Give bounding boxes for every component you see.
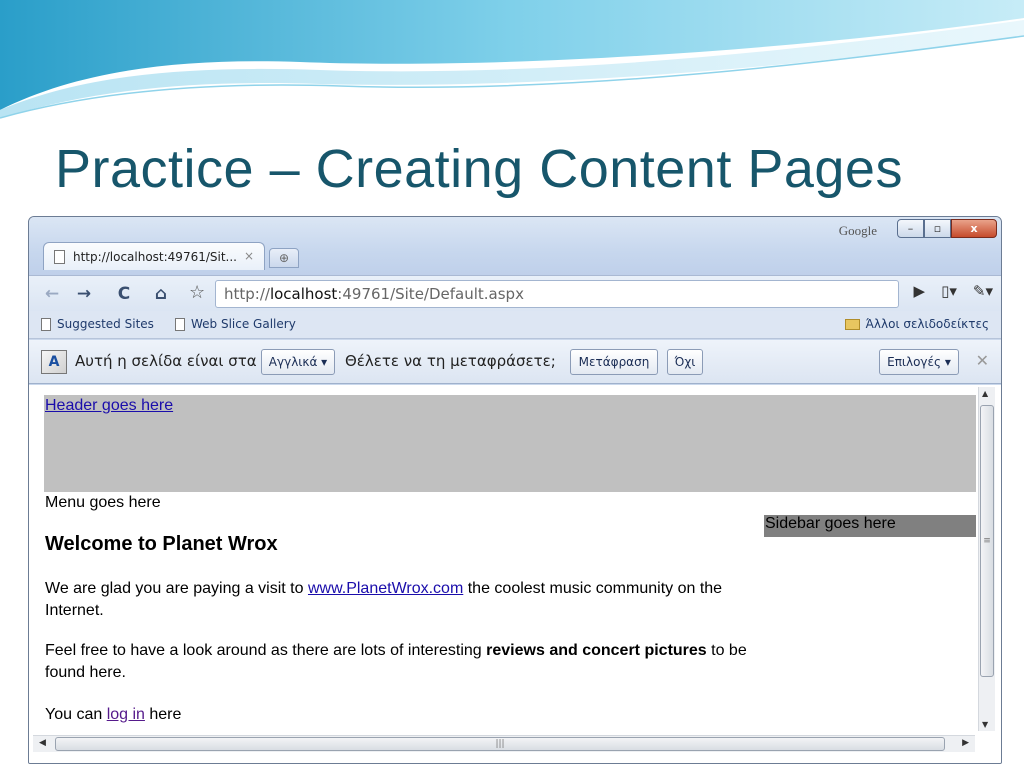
planetwrox-link[interactable]: www.PlanetWrox.com — [308, 580, 463, 597]
bookmark-star-icon[interactable]: ☆ — [189, 282, 205, 303]
browser-titlebar: Google – ▫ x http://localhost:49761/Sit.… — [29, 217, 1001, 275]
horizontal-scroll-thumb[interactable]: ||| — [55, 737, 945, 751]
slide: Practice – Creating Content Pages Google… — [0, 0, 1024, 768]
reload-button[interactable]: C — [113, 282, 135, 306]
scroll-up-icon[interactable]: ▲ — [982, 389, 988, 398]
translate-infobar: A Αυτή η σελίδα είναι στα Αγγλικά ▾ Θέλε… — [29, 340, 1001, 384]
para2-bold: reviews and concert pictures — [486, 642, 707, 659]
close-infobar-icon[interactable]: ✕ — [976, 351, 989, 370]
navigation-toolbar: ← → C ⌂ ☆ http://localhost:49761/Site/De… — [29, 275, 1001, 311]
login-link[interactable]: log in — [107, 706, 145, 723]
url-scheme: http:// — [224, 285, 270, 303]
wrench-icon[interactable]: ✎▾ — [973, 282, 993, 300]
close-tab-icon[interactable]: × — [244, 249, 254, 263]
welcome-paragraph: We are glad you are paying a visit to ww… — [45, 578, 757, 622]
toolbar-right-buttons: ▶ ▯▾ ✎▾ — [914, 282, 993, 300]
browser-tab[interactable]: http://localhost:49761/Sit... × — [43, 242, 265, 270]
para3-after: here — [144, 706, 182, 723]
page-sidebar: Sidebar goes here — [764, 515, 976, 537]
page-heading: Welcome to Planet Wrox — [45, 533, 278, 555]
new-tab-button[interactable]: ⊕ — [269, 248, 299, 268]
bookmarks-bar: Suggested Sites Web Slice Gallery Άλλοι … — [29, 311, 1001, 339]
para2-before: Feel free to have a look around as there… — [45, 642, 487, 659]
window-controls: – ▫ x — [897, 219, 997, 238]
browse-paragraph: Feel free to have a look around as there… — [45, 640, 757, 684]
home-icon: ⌂ — [154, 284, 168, 304]
page-menu: Menu goes here — [45, 494, 161, 511]
plus-icon: ⊕ — [278, 251, 290, 265]
address-bar[interactable]: http://localhost:49761/Site/Default.aspx — [215, 280, 899, 308]
login-paragraph: You can log in here — [45, 706, 181, 724]
translate-button[interactable]: Μετάφραση — [570, 349, 658, 375]
home-button[interactable]: ⌂ — [149, 282, 173, 306]
decorative-swoosh — [0, 0, 1024, 119]
maximize-button[interactable]: ▫ — [924, 219, 951, 238]
browser-window: Google – ▫ x http://localhost:49761/Sit.… — [28, 216, 1002, 764]
folder-icon — [844, 318, 860, 330]
back-arrow-icon: ← — [44, 284, 60, 304]
bookmark-label: Web Slice Gallery — [191, 317, 296, 331]
slide-title: Practice – Creating Content Pages — [55, 139, 903, 199]
vertical-scrollbar[interactable]: ▲ ≡ ▼ — [978, 387, 995, 731]
language-select[interactable]: Αγγλικά ▾ — [261, 349, 335, 375]
reload-icon: C — [117, 284, 131, 304]
translate-icon: A — [41, 350, 67, 374]
para1-before: We are glad you are paying a visit to — [45, 580, 308, 597]
page-icon — [175, 317, 185, 331]
para3-before: You can — [45, 706, 107, 723]
other-bookmarks[interactable]: Άλλοι σελιδοδείκτες — [844, 317, 989, 331]
scroll-left-icon[interactable]: ◀ — [39, 738, 46, 748]
header-link[interactable]: Header goes here — [45, 397, 173, 415]
other-bookmarks-label: Άλλοι σελιδοδείκτες — [865, 317, 989, 331]
translate-question: Θέλετε να τη μεταφράσετε; — [345, 352, 556, 370]
back-button[interactable]: ← — [41, 282, 63, 306]
vertical-scroll-thumb[interactable]: ≡ — [980, 405, 994, 677]
page-header: Header goes here — [44, 395, 976, 492]
no-button[interactable]: Όχι — [667, 349, 703, 375]
play-icon[interactable]: ▶ — [914, 282, 926, 300]
page-menu-icon[interactable]: ▯▾ — [941, 282, 957, 300]
web-page: Header goes here Menu goes here Sidebar … — [44, 395, 976, 739]
scroll-right-icon[interactable]: ▶ — [962, 738, 969, 748]
scroll-down-icon[interactable]: ▼ — [982, 720, 988, 729]
tab-title: http://localhost:49761/Sit... — [73, 249, 237, 264]
translate-prefix: Αυτή η σελίδα είναι στα — [75, 352, 257, 370]
google-label: Google — [838, 223, 877, 238]
options-button[interactable]: Επιλογές ▾ — [879, 349, 959, 375]
minimize-button[interactable]: – — [897, 219, 924, 238]
horizontal-scrollbar[interactable]: ◀ ||| ▶ — [33, 735, 975, 752]
url-rest: :49761/Site/Default.aspx — [337, 285, 524, 303]
bookmark-suggested-sites[interactable]: Suggested Sites — [41, 317, 154, 331]
forward-arrow-icon: → — [76, 284, 92, 304]
forward-button[interactable]: → — [73, 282, 95, 306]
bookmark-web-slice-gallery[interactable]: Web Slice Gallery — [175, 317, 296, 331]
page-icon — [41, 317, 51, 331]
page-viewport: Header goes here Menu goes here Sidebar … — [29, 385, 1001, 763]
page-icon — [54, 249, 65, 264]
close-window-button[interactable]: x — [951, 219, 997, 238]
bookmark-label: Suggested Sites — [57, 317, 154, 331]
url-host: localhost — [269, 285, 338, 303]
